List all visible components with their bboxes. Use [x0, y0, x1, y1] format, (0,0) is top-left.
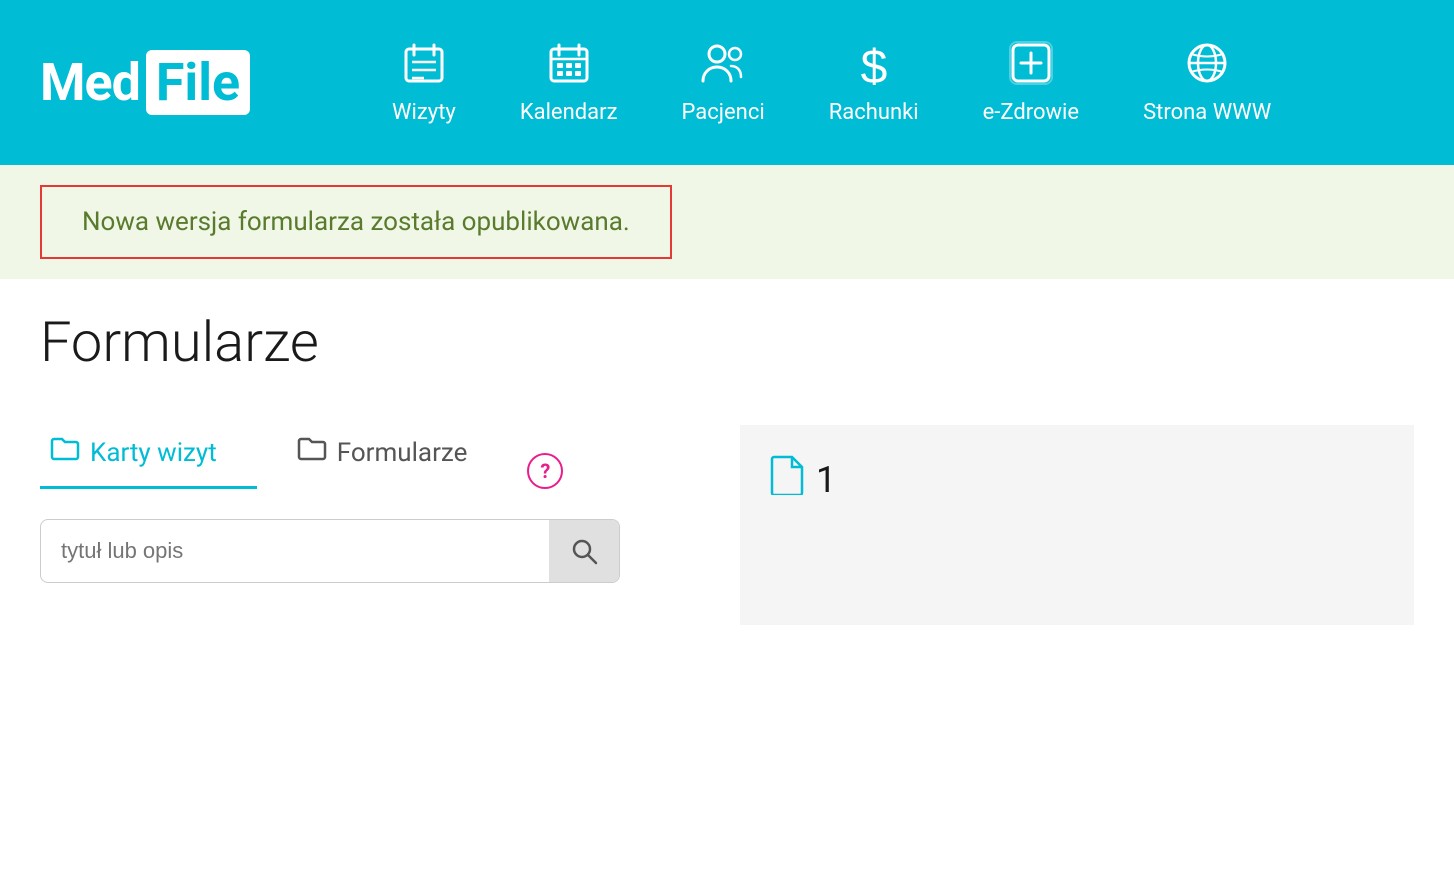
tab-formularze-label: Formularze — [337, 438, 468, 468]
nav-item-wizyty[interactable]: Wizyty — [360, 41, 488, 125]
doc-count: 1 — [816, 459, 836, 501]
nav-label-strona-www: Strona WWW — [1143, 100, 1271, 125]
wizyty-icon — [402, 41, 446, 92]
logo-file-text: File — [146, 50, 250, 115]
folder-icon-karty — [50, 435, 80, 470]
nav-item-strona-www[interactable]: Strona WWW — [1111, 41, 1303, 125]
search-container — [40, 519, 620, 583]
header: Med File Wizyty — [0, 0, 1454, 165]
nav-item-kalendarz[interactable]: Kalendarz — [488, 41, 650, 125]
help-button[interactable]: ? — [527, 453, 563, 489]
nav-item-rachunki[interactable]: $ Rachunki — [797, 41, 951, 125]
notification-box: Nowa wersja formularza została opublikow… — [40, 185, 672, 259]
nav-label-pacjenci: Pacjenci — [682, 100, 765, 125]
nav-item-pacjenci[interactable]: Pacjenci — [650, 41, 797, 125]
right-panel: 1 — [740, 425, 1414, 625]
rachunki-icon: $ — [856, 41, 892, 92]
logo-med-text: Med — [40, 52, 140, 113]
strona-www-icon — [1185, 41, 1229, 92]
notification-text: Nowa wersja formularza została opublikow… — [82, 207, 630, 237]
main-content: Formularze Karty wizyt — [0, 279, 1454, 655]
content-grid: Karty wizyt Formularze ? — [40, 425, 1414, 625]
pacjenci-icon — [699, 41, 747, 92]
tab-formularze[interactable]: Formularze — [257, 425, 508, 489]
document-icon — [770, 455, 806, 504]
tab-karty-wizyt-label: Karty wizyt — [90, 438, 217, 468]
main-nav: Wizyty Kalendarz — [360, 41, 1414, 125]
nav-item-e-zdrowie[interactable]: e-Zdrowie — [951, 41, 1111, 125]
search-icon — [570, 537, 598, 565]
folder-icon-formularze — [297, 435, 327, 470]
nav-label-rachunki: Rachunki — [829, 100, 919, 125]
notification-banner: Nowa wersja formularza została opublikow… — [0, 165, 1454, 279]
e-zdrowie-icon — [1009, 41, 1053, 92]
kalendarz-icon — [547, 41, 591, 92]
page-title: Formularze — [40, 309, 1414, 375]
search-input[interactable] — [41, 538, 549, 564]
nav-label-wizyty: Wizyty — [392, 100, 456, 125]
svg-text:$: $ — [860, 41, 887, 85]
search-button[interactable] — [549, 519, 619, 583]
tabs-container: Karty wizyt Formularze ? — [40, 425, 700, 489]
nav-label-e-zdrowie: e-Zdrowie — [983, 100, 1079, 125]
tab-karty-wizyt[interactable]: Karty wizyt — [40, 425, 257, 489]
doc-count-area: 1 — [770, 455, 836, 504]
nav-label-kalendarz: Kalendarz — [520, 100, 618, 125]
left-panel: Karty wizyt Formularze ? — [40, 425, 740, 625]
logo: Med File — [40, 50, 300, 115]
